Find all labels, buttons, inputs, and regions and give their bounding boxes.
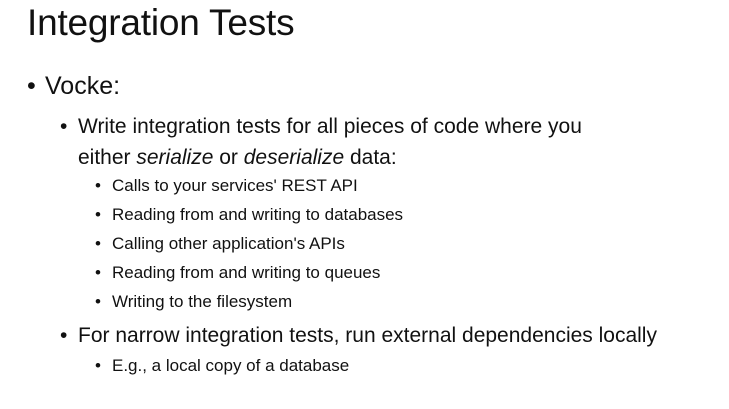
sub-bullet-databases: • Reading from and writing to databases [95,205,403,225]
bullet-dot: • [95,205,101,224]
bullet-level2-serialize: • Write integration tests for all pieces… [60,111,582,173]
bullet-text: For narrow integration tests, run extern… [78,324,657,347]
bullet-text: Vocke: [45,72,121,100]
bullet-dot: • [95,292,101,311]
sub-bullet-text: Writing to the filesystem [112,292,293,311]
sub-bullet-apis: • Calling other application's APIs [95,234,345,254]
sub-bullet-text: E.g., a local copy of a database [112,356,350,375]
sub-bullet-text: Reading from and writing to databases [112,205,404,224]
bullet-text: Write integration tests for all pieces o… [78,111,582,173]
bullet-dot: • [95,263,101,282]
bullet-text-line2-post: data: [344,146,397,169]
bullet-dot: • [60,115,68,138]
bullet-text-line1: Write integration tests for all pieces o… [78,115,582,138]
emphasis-deserialize: deserialize [243,146,345,169]
bullet-dot: • [27,72,36,100]
sub-bullet-queues: • Reading from and writing to queues [95,263,380,283]
bullet-level1-vocke: • Vocke: [27,72,120,101]
emphasis-serialize: serialize [136,146,214,169]
bullet-dot: • [60,324,68,347]
slide-title: Integration Tests [27,2,295,43]
sub-bullet-filesystem: • Writing to the filesystem [95,292,292,312]
bullet-dot: • [95,356,101,375]
sub-bullet-local-copy: • E.g., a local copy of a database [95,356,349,376]
sub-bullet-text: Calling other application's APIs [112,234,345,253]
sub-bullet-rest-api: • Calls to your services' REST API [95,176,358,196]
bullet-dot: • [95,234,101,253]
bullet-text-line2-mid: or [213,146,244,169]
sub-bullet-text: Reading from and writing to queues [112,263,381,282]
bullet-dot: • [95,176,101,195]
bullet-text-line2-pre: either [78,146,137,169]
sub-bullet-text: Calls to your services' REST API [112,176,358,195]
bullet-level2-narrow: • For narrow integration tests, run exte… [60,320,657,351]
